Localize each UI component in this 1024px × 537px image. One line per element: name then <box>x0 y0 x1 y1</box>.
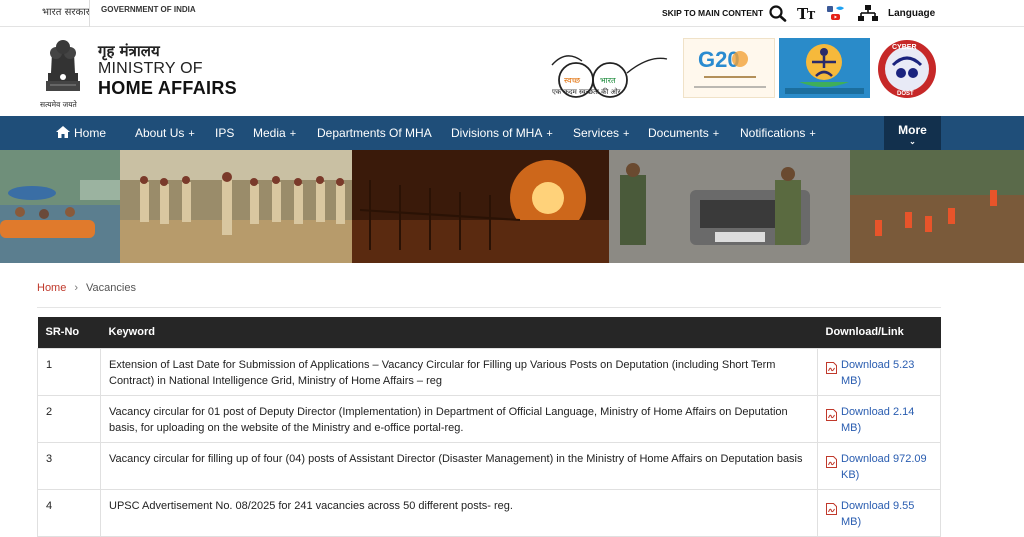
nav-item-home[interactable]: Home <box>56 116 106 150</box>
banner-image <box>0 150 1024 263</box>
nav-label: Services <box>573 126 620 140</box>
download-link[interactable]: Download 972.09 KB) <box>841 451 932 483</box>
table-row: 2 Vacancy circular for 01 post of Deputy… <box>37 394 941 443</box>
g20-emblem: G20 <box>694 47 766 88</box>
vacancies-table: SR-No Keyword Download/Link 1 Extension … <box>37 317 941 537</box>
nav-label: IPS <box>215 126 235 140</box>
cyber-dost-logo[interactable]: CYBER DOST <box>873 39 941 99</box>
text-size-icon[interactable]: T T <box>797 4 817 22</box>
breadcrumb-current: Vacancies <box>86 282 136 294</box>
ministry-name-line2[interactable]: HOME AFFAIRS <box>98 78 237 99</box>
download-cell: Download 2.14 MB) <box>817 394 941 443</box>
cyber-sub-text: DOST <box>897 91 914 97</box>
download-link[interactable]: Download 5.23 MB) <box>841 357 932 389</box>
keyword-cell: UPSC Advertisement No. 08/2025 for 241 v… <box>100 488 818 537</box>
pdf-icon <box>826 408 837 421</box>
keyword-cell: Vacancy circular for 01 post of Deputy D… <box>100 394 818 443</box>
download-cell: Download 5.23 MB) <box>817 347 941 396</box>
pdf-icon <box>826 361 837 374</box>
expand-plus-icon: + <box>289 128 297 140</box>
nav-item-divisions[interactable]: Divisions of MHA + <box>451 116 553 150</box>
swachh-bharat-logo[interactable]: स्वच्छ भारत <box>548 45 672 125</box>
yoga-day-logo[interactable] <box>779 38 870 98</box>
divider <box>37 307 941 308</box>
main-navigation: Home About Us + IPS Media + Departments Of… <box>0 116 1024 150</box>
expand-plus-icon: + <box>712 128 720 140</box>
nav-label: Notifications <box>740 126 806 140</box>
ministry-name-hindi[interactable]: गृह मंत्रालय <box>98 41 160 61</box>
hero-banner-collage <box>0 150 1024 263</box>
nav-label: Home <box>74 126 107 140</box>
site-header: सत्यमेव जयते गृह मंत्रालय MINISTRY OF HO… <box>0 27 1024 116</box>
nav-item-ips[interactable]: IPS <box>215 116 234 150</box>
table-row: 1 Extension of Last Date for Submission … <box>37 347 941 396</box>
nav-label: Documents <box>648 126 709 140</box>
table-row: 3 Vacancy circular for filling up of fou… <box>37 441 941 490</box>
download-link[interactable]: Download 9.55 MB) <box>841 498 932 530</box>
yoga-emblem <box>785 44 864 94</box>
sr-cell: 3 <box>37 441 101 490</box>
breadcrumb-home-link[interactable]: Home <box>37 282 66 294</box>
gov-english-label: GOVERNMENT OF INDIA <box>101 5 196 14</box>
keyword-cell: Extension of Last Date for Submission of… <box>100 347 818 396</box>
swachh-tagline: एक कदम स्वच्छता की ओर <box>552 88 621 96</box>
column-header-download: Download/Link <box>817 317 941 348</box>
g20-logo[interactable]: G20 <box>683 38 775 98</box>
skip-to-main-link[interactable]: SKIP TO MAIN CONTENT <box>662 8 763 18</box>
ministry-name-line1[interactable]: MINISTRY OF <box>98 60 203 78</box>
gov-hindi-label: भारत सरकार <box>42 7 90 18</box>
social-media-icon[interactable] <box>826 4 846 22</box>
nav-item-notifications[interactable]: Notifications + <box>740 116 816 150</box>
svg-text:T: T <box>807 9 816 22</box>
download-cell: Download 972.09 KB) <box>817 441 941 490</box>
sr-cell: 2 <box>37 394 101 443</box>
national-emblem-logo[interactable] <box>38 33 88 107</box>
expand-plus-icon: + <box>546 128 553 140</box>
column-header-keyword: Keyword <box>100 317 818 348</box>
nav-more-label: More <box>898 123 927 137</box>
nav-item-documents[interactable]: Documents + <box>648 116 719 150</box>
nav-item-media[interactable]: Media + <box>253 116 296 150</box>
utility-bar: भारत सरकार GOVERNMENT OF INDIA SKIP TO M… <box>0 0 1024 27</box>
cyber-text: CYBER <box>892 44 917 51</box>
keyword-cell: Vacancy circular for filling up of four … <box>100 441 818 490</box>
search-icon[interactable] <box>768 4 788 22</box>
nav-more-button[interactable]: More ⌄ <box>884 116 941 150</box>
divider <box>89 0 90 27</box>
expand-plus-icon: + <box>188 128 195 140</box>
nav-item-about-us[interactable]: About Us + <box>135 116 195 150</box>
sr-cell: 1 <box>37 347 101 396</box>
swachh-word-1: स्वच्छ <box>564 76 581 85</box>
chevron-down-icon: ⌄ <box>909 137 916 146</box>
sr-cell: 4 <box>37 488 101 537</box>
expand-plus-icon: + <box>809 128 816 140</box>
pdf-icon <box>826 455 837 468</box>
download-link[interactable]: Download 2.14 MB) <box>841 404 932 436</box>
download-cell: Download 9.55 MB) <box>817 488 941 537</box>
nav-label: Departments Of MHA <box>317 126 432 140</box>
language-selector[interactable]: Language <box>888 8 935 19</box>
table-row: 4 UPSC Advertisement No. 08/2025 for 241… <box>37 488 941 537</box>
nav-label: Media <box>253 126 286 140</box>
pdf-icon <box>826 502 837 515</box>
nav-item-services[interactable]: Services + <box>573 116 629 150</box>
chevron-right-icon: › <box>74 282 79 294</box>
nav-label: About Us <box>135 126 185 140</box>
expand-plus-icon: + <box>623 128 630 140</box>
sitemap-icon[interactable] <box>858 4 878 22</box>
breadcrumb: Home › Vacancies <box>37 282 136 294</box>
nav-label: Divisions of MHA <box>451 126 543 140</box>
emblem-motto: सत्यमेव जयते <box>40 100 77 109</box>
home-icon <box>56 126 70 138</box>
column-header-sr: SR-No <box>37 317 101 348</box>
table-header-row: SR-No Keyword Download/Link <box>37 317 941 348</box>
nav-item-departments[interactable]: Departments Of MHA <box>317 116 432 150</box>
swachh-word-2: भारत <box>600 76 616 85</box>
